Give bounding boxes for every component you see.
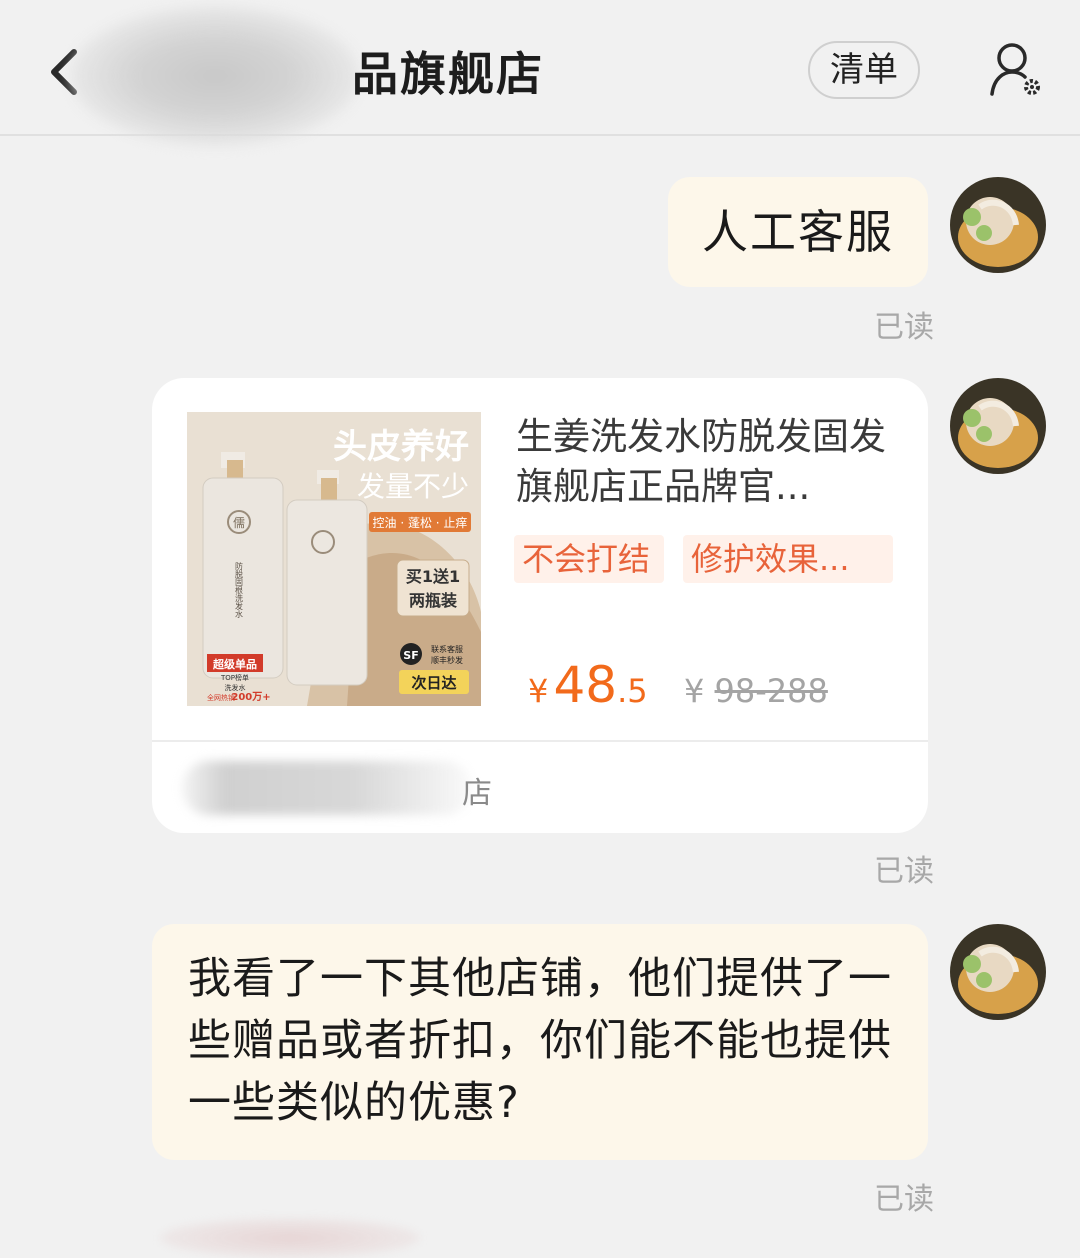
product-title[interactable]: 生姜洗发水防脱发固发旗舰店正品牌官... bbox=[516, 412, 896, 512]
avatar[interactable] bbox=[950, 378, 1046, 474]
promo-1: 买1送1 bbox=[406, 567, 460, 586]
original-price-value: 98-288 bbox=[714, 672, 828, 710]
badge-5: 200万+ bbox=[231, 691, 270, 703]
list-button[interactable]: 清单 bbox=[808, 41, 920, 99]
price-integer: 48 bbox=[553, 656, 618, 714]
badge-3: 洗发水 bbox=[225, 683, 246, 692]
divider bbox=[152, 740, 928, 742]
shop-name-redacted bbox=[70, 6, 360, 146]
headline-2: 发量不少 bbox=[357, 470, 469, 503]
price-symbol: ¥ bbox=[528, 672, 549, 710]
promo-2: 两瓶装 bbox=[409, 591, 457, 610]
product-tag: 不会打结 bbox=[514, 535, 664, 583]
read-status: 已读 bbox=[874, 310, 934, 345]
headline-1: 头皮养好 bbox=[333, 427, 469, 467]
product-price: ¥ 48.5 bbox=[528, 656, 648, 714]
chat-header: 品旗舰店 清单 bbox=[0, 0, 1080, 146]
sf-text-2: 顺丰秒发 bbox=[431, 655, 463, 665]
benefits-text: 控油 · 蓬松 · 止痒 bbox=[373, 515, 468, 530]
user-settings-icon bbox=[990, 43, 1040, 96]
user-settings-button[interactable] bbox=[988, 40, 1046, 100]
redacted-content bbox=[160, 1218, 420, 1258]
price-decimal: .5 bbox=[617, 672, 648, 710]
page-title: 品旗舰店 bbox=[352, 47, 544, 101]
shop-name-suffix[interactable]: 店 bbox=[462, 768, 492, 812]
bottle-label: 防脱固根洗发水 bbox=[235, 561, 244, 618]
bottle-logo: 儒 bbox=[233, 516, 245, 530]
avatar[interactable] bbox=[950, 177, 1046, 273]
shop-name-redacted bbox=[182, 761, 472, 815]
product-card[interactable]: 儒 头皮养好 发量不少 控油 · 蓬松 · 止痒 买1送1 两瓶装 SF 联系客… bbox=[152, 378, 928, 833]
product-tag: 修护效果... bbox=[683, 535, 893, 583]
badge-1: 超级单品 bbox=[212, 657, 257, 671]
message-bubble[interactable]: 我看了一下其他店铺，他们提供了一些赠品或者折扣，你们能不能也提供一些类似的优惠? bbox=[152, 924, 928, 1160]
read-status: 已读 bbox=[874, 854, 934, 889]
sf-text-1: 联系客服 bbox=[431, 644, 463, 654]
original-price: ¥ 98-288 bbox=[684, 672, 828, 710]
product-image[interactable]: 儒 头皮养好 发量不少 控油 · 蓬松 · 止痒 买1送1 两瓶装 SF 联系客… bbox=[187, 412, 481, 706]
read-status: 已读 bbox=[874, 1182, 934, 1217]
delivery-text: 次日达 bbox=[411, 674, 456, 692]
sf-logo: SF bbox=[403, 649, 418, 662]
avatar[interactable] bbox=[950, 924, 1046, 1020]
badge-2: TOP榜单 bbox=[220, 673, 249, 682]
message-bubble[interactable]: 人工客服 bbox=[668, 177, 928, 287]
original-price-symbol: ¥ bbox=[684, 672, 705, 710]
